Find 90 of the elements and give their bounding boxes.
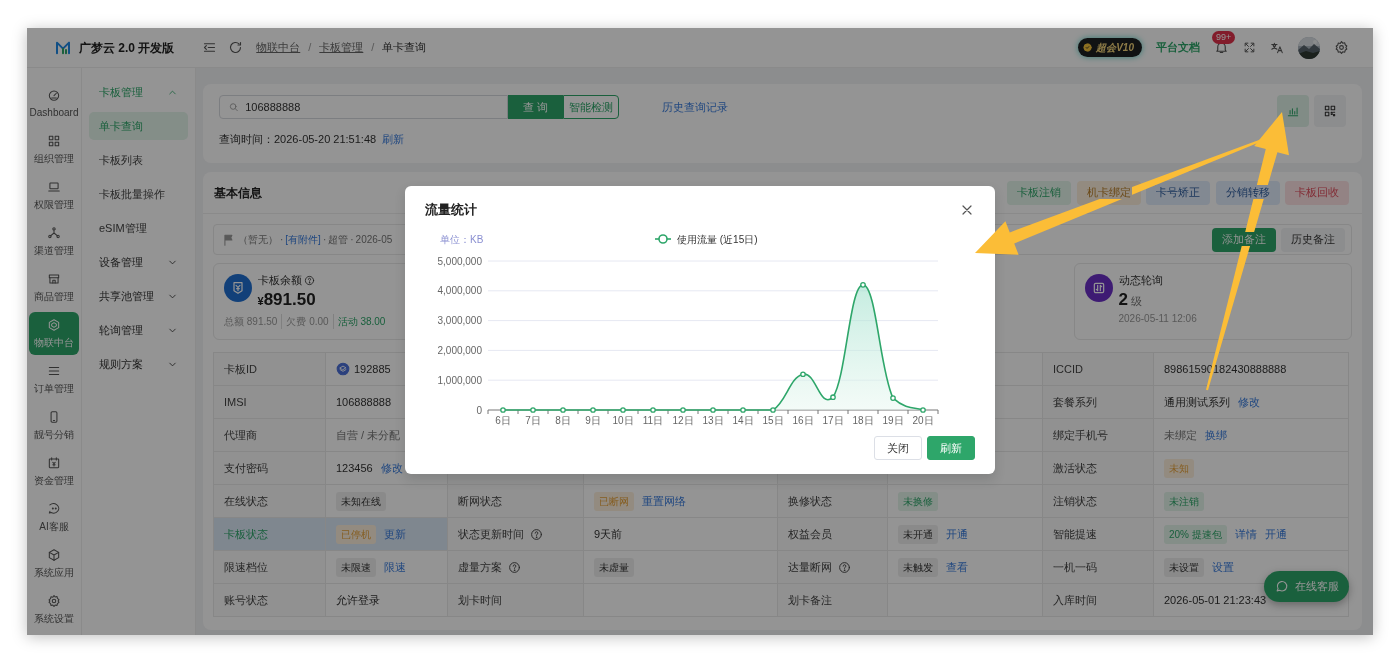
status-tag: 未知在线 xyxy=(336,491,386,511)
axis-tick-label: 19日 xyxy=(882,414,904,426)
field-label: 支付密码 xyxy=(224,461,268,474)
field-label: 在线状态 xyxy=(224,494,268,507)
field-label: 套餐系列 xyxy=(1053,395,1097,408)
app-title: 广梦云 2.0 开发版 xyxy=(79,39,175,57)
dialog-title: 流量统计 xyxy=(425,201,477,219)
status-tag: 已停机 xyxy=(336,524,376,544)
separator-dot: · xyxy=(322,233,327,247)
field-value: 106888888 xyxy=(336,394,392,410)
field-label: 一机一码 xyxy=(1053,560,1097,573)
field-label: IMSI xyxy=(224,395,247,408)
balance-detail: 活动 38.00 xyxy=(332,313,386,329)
field-label: 代理商 xyxy=(224,428,257,441)
field-label: 注销状态 xyxy=(1053,494,1097,507)
axis-tick-label: 12日 xyxy=(672,414,694,426)
status-tag: 未知 xyxy=(1164,458,1194,478)
stat-title: 动态轮询 xyxy=(1118,273,1163,288)
breadcrumb-separator: / xyxy=(308,40,312,56)
section-title: 基本信息 xyxy=(214,184,262,202)
field-value: 2026-05-01 21:23:43 xyxy=(1164,592,1267,608)
field-label: 断网状态 xyxy=(458,494,502,507)
polling-date: 2026-05-11 12:06 xyxy=(1118,311,1197,326)
field-value: 123456 xyxy=(336,460,373,476)
remark-text: （暂无） xyxy=(238,233,278,247)
axis-tick-label: 1,000,000 xyxy=(437,374,482,386)
axis-tick-label: 7日 xyxy=(525,414,541,426)
field-label: ICCID xyxy=(1053,362,1083,375)
axis-tick-label: 20日 xyxy=(912,414,934,426)
polling-level: 2 xyxy=(1118,288,1128,311)
separator-dot: · xyxy=(280,233,284,247)
breadcrumb-separator: / xyxy=(371,40,375,56)
field-label: 状态更新时间 xyxy=(458,527,524,540)
field-label: 激活状态 xyxy=(1053,461,1097,474)
axis-tick-label: 2,000,000 xyxy=(437,344,482,356)
axis-tick-label: 4,000,000 xyxy=(437,284,482,296)
status-tag: 未开通 xyxy=(898,524,938,544)
stat-title: 卡板余额 xyxy=(257,273,302,288)
separator-dot: · xyxy=(350,233,354,247)
axis-tick-label: 6日 xyxy=(495,414,511,426)
breadcrumb-current: 单卡查询 xyxy=(382,40,427,56)
status-tag: 已断网 xyxy=(594,491,634,511)
status-tag: 未注销 xyxy=(1164,491,1204,511)
field-label: 权益会员 xyxy=(788,527,832,540)
axis-tick-label: 8日 xyxy=(555,414,571,426)
axis-tick-label: 15日 xyxy=(762,414,784,426)
field-value: 通用测试系列 xyxy=(1164,394,1230,410)
axis-tick-label: 14日 xyxy=(732,414,754,426)
field-label: 划卡时间 xyxy=(458,593,502,606)
field-label: 划卡备注 xyxy=(788,593,832,606)
query-time: 查询时间：2026-05-20 21:51:48 xyxy=(219,132,377,147)
field-label: 智能提速 xyxy=(1053,527,1097,540)
field-value: 允许登录 xyxy=(336,592,380,608)
axis-tick-label: 5,000,000 xyxy=(437,255,482,266)
axis-tick-label: 13日 xyxy=(702,414,724,426)
field-label: 账号状态 xyxy=(224,593,268,606)
notification-badge: 99+ xyxy=(1212,31,1236,44)
field-value: 9天前 xyxy=(594,526,623,542)
field-label: 虚量方案 xyxy=(458,560,502,573)
field-label: 绑定手机号 xyxy=(1053,428,1108,441)
field-label: 入库时间 xyxy=(1053,593,1097,606)
status-tag: 未设置 xyxy=(1164,557,1204,577)
level-unit: 级 xyxy=(1130,293,1142,309)
axis-tick-label: 18日 xyxy=(852,414,874,426)
field-label: 卡板ID xyxy=(224,362,257,375)
field-label: 换修状态 xyxy=(788,494,832,507)
unit-label: 单位：KB xyxy=(440,233,484,245)
field-label: 卡板状态 xyxy=(224,527,268,540)
axis-tick-label: 11日 xyxy=(642,414,664,426)
remark-text: 超管 xyxy=(328,233,349,247)
status-tag: 未限速 xyxy=(336,557,376,577)
field-value: 192885 xyxy=(354,361,391,377)
axis-tick-label: 10日 xyxy=(612,414,634,426)
status-tag: 20% 提速包 xyxy=(1164,524,1227,544)
axis-tick-label: 17日 xyxy=(822,414,844,426)
vip-badge: 超会V10 xyxy=(1078,38,1142,57)
axis-tick-label: 0 xyxy=(476,404,482,415)
axis-tick-label: 9日 xyxy=(585,414,601,426)
field-label: 达量断网 xyxy=(788,560,832,573)
remark-text: 2026-05 xyxy=(355,233,393,247)
axis-tick-label: 16日 xyxy=(792,414,814,426)
field-value: 自营 / 未分配 xyxy=(336,427,401,443)
balance-value: ¥891.50 xyxy=(257,288,316,311)
legend-label: 使用流量 (近15日) xyxy=(677,233,758,245)
status-tag: 未虚量 xyxy=(594,557,634,577)
status-tag: 未换修 xyxy=(898,491,938,511)
axis-tick-label: 3,000,000 xyxy=(437,314,482,326)
status-tag: 未触发 xyxy=(898,557,938,577)
field-label: 限速档位 xyxy=(224,560,268,573)
field-value: 未绑定 xyxy=(1164,427,1197,443)
